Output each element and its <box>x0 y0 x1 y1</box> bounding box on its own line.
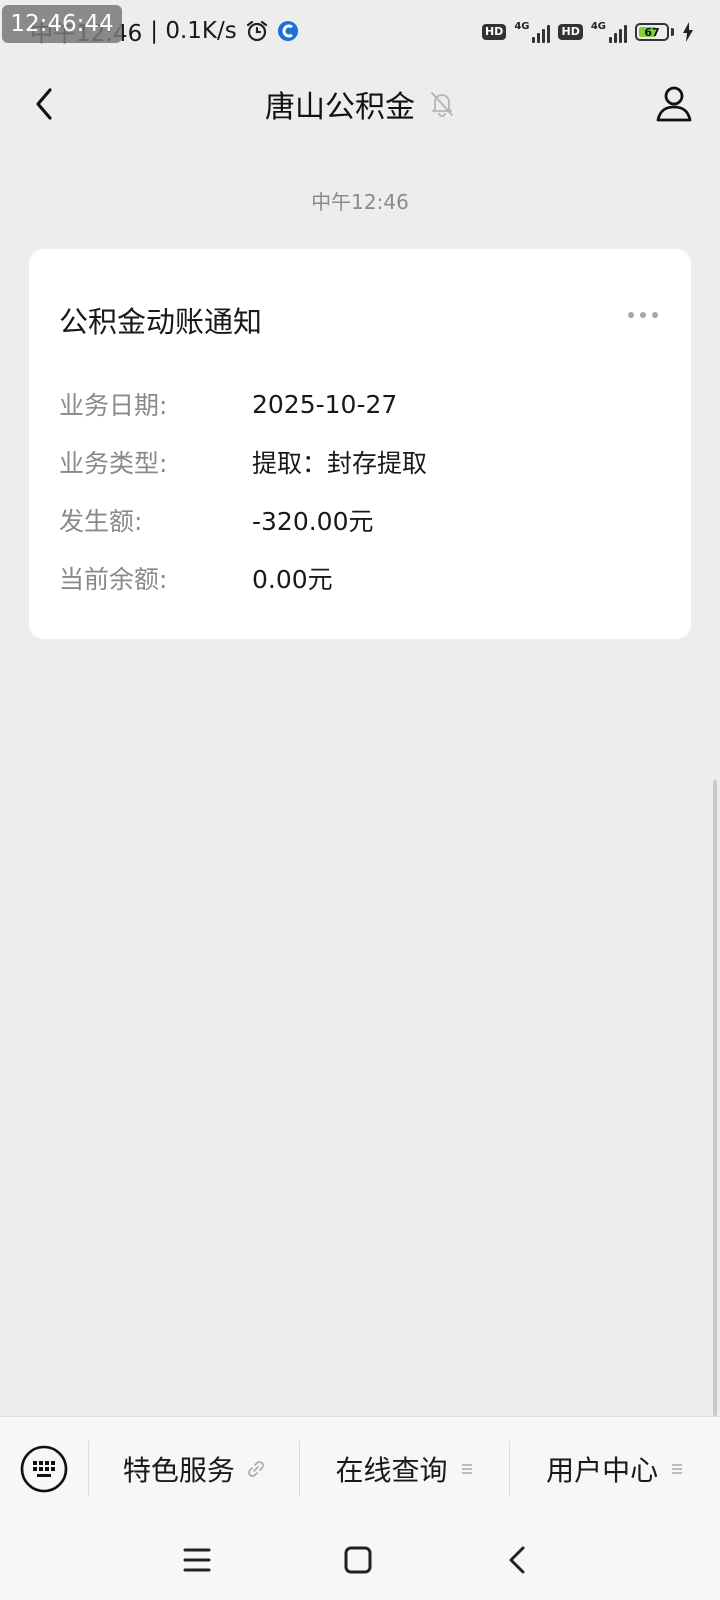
notification-card[interactable]: 公积金动账通知 业务日期: 2025-10-27 业务类型: 提取：封存提取 发… <box>29 249 691 639</box>
menu-item-label: 在线查询 <box>335 1454 448 1487</box>
bell-off-icon <box>431 92 453 117</box>
battery-tip <box>671 28 674 36</box>
hd-badge: HD <box>481 24 507 40</box>
system-menu-button[interactable] <box>177 1540 217 1580</box>
battery-icon: 67 <box>635 23 669 41</box>
keyboard-icon <box>20 1445 68 1493</box>
profile-button[interactable] <box>650 80 698 128</box>
row-label: 发生额: <box>59 507 143 536</box>
battery-level: 67 <box>644 25 660 39</box>
menu-item-label: 用户中心 <box>546 1454 659 1487</box>
signal-icon: 4G <box>591 21 627 43</box>
card-row-date: 业务日期: 2025-10-27 <box>59 384 397 424</box>
nav-bar: 唐山公积金 <box>0 62 720 146</box>
card-row-amount: 发生额: -320.00元 <box>59 500 374 540</box>
menu-lines-icon <box>672 1464 683 1474</box>
menu-icon <box>183 1548 211 1572</box>
menu-item-label: 特色服务 <box>122 1454 235 1487</box>
bottom-menu: 特色服务 在线查询 用户中心 <box>0 1416 720 1521</box>
alarm-icon <box>246 20 267 42</box>
system-home-button[interactable] <box>338 1540 378 1580</box>
row-value: 2025-10-27 <box>252 389 398 419</box>
system-nav-bar <box>0 1520 720 1600</box>
card-title: 公积金动账通知 <box>59 305 263 339</box>
back-chevron-icon <box>509 1546 525 1574</box>
user-icon <box>656 86 692 122</box>
menu-item-online-query[interactable]: 在线查询 <box>300 1417 510 1521</box>
system-back-button[interactable] <box>499 1540 539 1580</box>
row-value: 0.00元 <box>252 565 333 594</box>
menu-item-special-services[interactable]: 特色服务 <box>89 1417 299 1521</box>
keyboard-toggle-button[interactable] <box>0 1417 88 1521</box>
card-row-type: 业务类型: 提取：封存提取 <box>59 442 427 482</box>
message-timestamp: 中午12:46 <box>311 190 409 214</box>
row-label: 业务日期: <box>59 391 168 420</box>
network-speed: | 0.1K/s <box>150 18 237 44</box>
row-label: 业务类型: <box>59 449 168 478</box>
charging-icon <box>683 22 693 42</box>
row-value: -320.00元 <box>252 507 374 536</box>
nav-title-wrap: 唐山公积金 <box>0 62 720 146</box>
page-title: 唐山公积金 <box>265 90 415 125</box>
hd-badge: HD <box>558 24 583 40</box>
card-row-balance: 当前余额: 0.00元 <box>59 558 333 598</box>
status-bar: 中午12:46 | 0.1K/s HD 4G HD 4G <box>0 0 720 62</box>
menu-lines-icon <box>461 1464 472 1474</box>
row-label: 当前余额: <box>59 565 168 594</box>
app-notification-icon <box>277 21 298 41</box>
menu-item-user-center[interactable]: 用户中心 <box>510 1417 720 1521</box>
scrollbar[interactable] <box>713 780 717 1416</box>
more-dots-icon[interactable] <box>625 309 661 321</box>
row-value: 提取：封存提取 <box>252 449 428 478</box>
signal-icon: 4G <box>514 21 551 43</box>
status-right: HD 4G HD 4G 67 <box>481 18 694 46</box>
home-square-icon <box>344 1546 372 1574</box>
link-icon <box>248 1461 264 1477</box>
overlay-clock: 12:46:44 <box>2 5 122 43</box>
